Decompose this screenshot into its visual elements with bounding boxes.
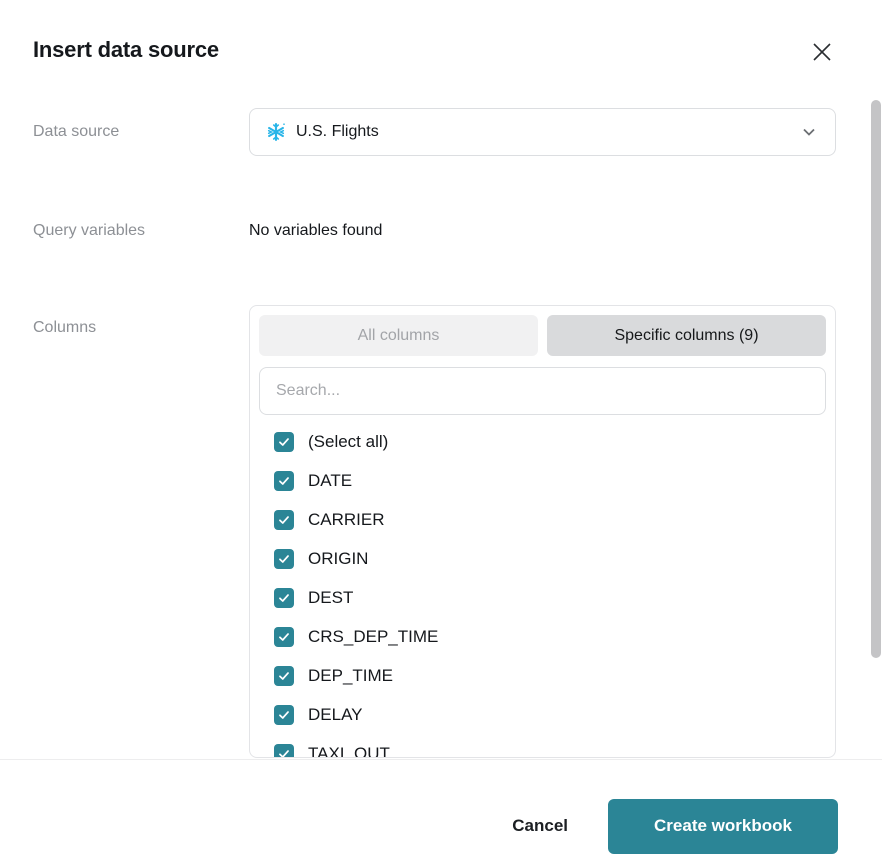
chevron-down-icon <box>801 124 817 140</box>
column-list-item[interactable]: DATE <box>259 461 826 500</box>
data-source-selected-value: U.S. Flights <box>296 123 379 140</box>
column-list-item[interactable]: DELAY <box>259 695 826 734</box>
modal-footer: Cancel Create workbook <box>0 760 882 866</box>
checkbox-checked-icon[interactable] <box>274 587 294 608</box>
column-name-label: (Select all) <box>308 431 389 451</box>
modal-body: Data source U.S. Flights Query variables… <box>0 108 882 758</box>
column-list-item[interactable]: DEP_TIME <box>259 656 826 695</box>
column-list: (Select all) DATE CARRIER ORIGIN DEST CR… <box>259 422 826 758</box>
checkbox-checked-icon[interactable] <box>274 704 294 725</box>
create-workbook-button[interactable]: Create workbook <box>608 798 838 854</box>
tab-label: Specific columns (9) <box>614 326 759 344</box>
scrollbar-thumb[interactable] <box>871 100 881 658</box>
column-name-label: CRS_DEP_TIME <box>308 626 439 646</box>
column-list-item[interactable]: CRS_DEP_TIME <box>259 617 826 656</box>
column-name-label: CARRIER <box>308 509 385 529</box>
columns-tab[interactable]: Specific columns (9) <box>547 315 826 356</box>
checkbox-checked-icon[interactable] <box>274 626 294 647</box>
checkbox-checked-icon[interactable] <box>274 431 294 452</box>
column-name-label: DEP_TIME <box>308 665 394 685</box>
data-source-select[interactable]: U.S. Flights <box>249 108 836 156</box>
column-search-input[interactable] <box>259 367 826 415</box>
column-list-item[interactable]: TAXI_OUT <box>259 734 826 758</box>
no-variables-text: No variables found <box>249 222 383 239</box>
column-name-label: DEST <box>308 587 354 607</box>
columns-tabs: All columns Specific columns (9) <box>259 315 826 356</box>
query-variables-label: Query variables <box>33 222 146 239</box>
checkbox-checked-icon[interactable] <box>274 470 294 491</box>
column-list-item[interactable]: CARRIER <box>259 500 826 539</box>
column-list-item[interactable]: ORIGIN <box>259 539 826 578</box>
data-source-row: Data source U.S. Flights <box>33 108 836 156</box>
columns-tab[interactable]: All columns <box>259 315 538 356</box>
query-variables-row: Query variables No variables found <box>33 222 836 240</box>
snowflake-icon <box>266 122 286 142</box>
columns-row: Columns All columns Specific columns (9) <box>33 305 836 758</box>
checkbox-checked-icon[interactable] <box>274 509 294 530</box>
checkbox-checked-icon[interactable] <box>274 743 294 757</box>
close-icon[interactable] <box>809 39 835 65</box>
data-source-label: Data source <box>33 123 120 140</box>
page-title: Insert data source <box>33 37 219 62</box>
column-name-label: DATE <box>308 470 353 490</box>
checkbox-checked-icon[interactable] <box>274 665 294 686</box>
columns-panel: All columns Specific columns (9) Search.… <box>249 305 836 758</box>
cancel-button[interactable]: Cancel <box>512 816 568 836</box>
checkbox-checked-icon[interactable] <box>274 548 294 569</box>
modal-header: Insert data source <box>0 0 882 65</box>
tab-label: All columns <box>357 326 440 344</box>
column-list-item[interactable]: DEST <box>259 578 826 617</box>
column-name-label: DELAY <box>308 704 363 724</box>
column-name-label: TAXI_OUT <box>308 743 390 758</box>
column-name-label: ORIGIN <box>308 548 369 568</box>
columns-label: Columns <box>33 319 97 336</box>
column-list-item[interactable]: (Select all) <box>259 422 826 461</box>
